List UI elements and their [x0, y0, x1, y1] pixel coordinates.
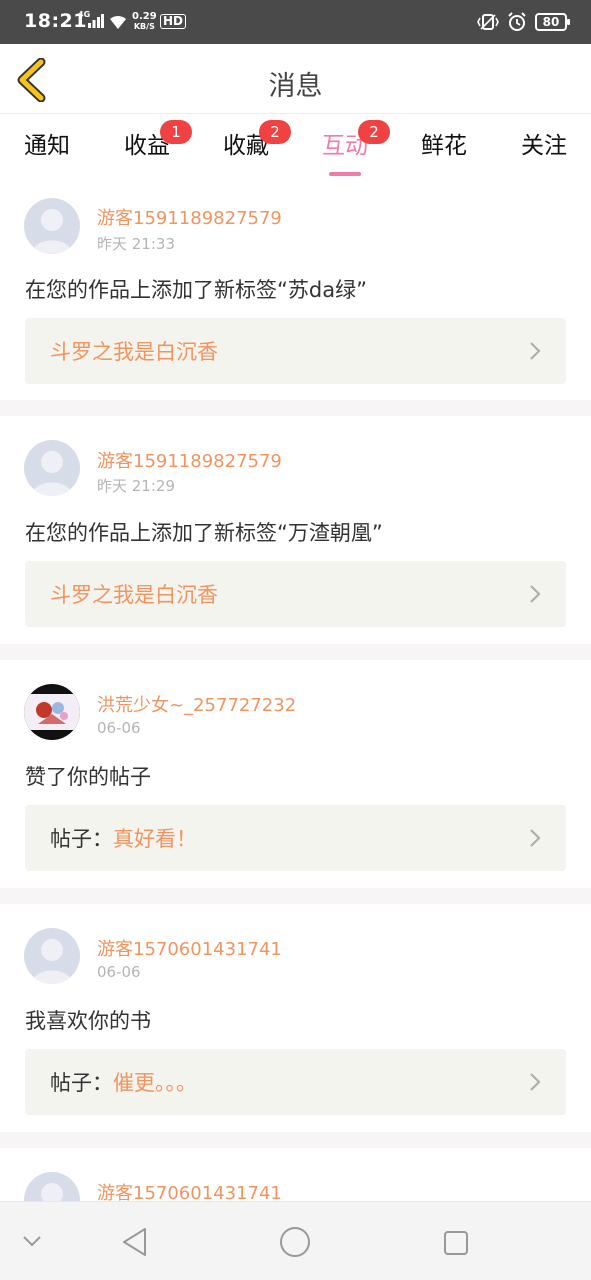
message-card: 游客1570601431741 06-06 我喜欢你的书 帖子：催更。。。 — [0, 904, 591, 1132]
tab-label: 通知 — [24, 133, 70, 159]
reference-box[interactable]: 斗罗之我是白沉香 — [25, 318, 566, 384]
separator — [0, 1132, 591, 1148]
chevron-right-icon — [530, 829, 541, 847]
separator — [0, 644, 591, 660]
net-speed-value: 0.29 — [132, 11, 157, 22]
system-nav-bar — [0, 1201, 591, 1280]
header: 消息 — [0, 44, 591, 114]
tab-favorites[interactable]: 收藏 2 — [211, 120, 291, 160]
reference-value: 斗罗之我是白沉香 — [50, 340, 218, 364]
user-photo-icon — [24, 694, 80, 730]
badge-count: 1 — [160, 120, 192, 144]
alarm-icon — [508, 12, 526, 31]
badge-count: 2 — [358, 120, 390, 144]
reference-value: 催更。。。 — [113, 1071, 197, 1095]
reference-text: 帖子：催更。。。 — [50, 1067, 197, 1097]
username[interactable]: 游客1591189827579 — [97, 204, 282, 230]
vibrate-icon — [477, 14, 499, 30]
recents-square-icon[interactable] — [443, 1230, 469, 1256]
username[interactable]: 游客1591189827579 — [97, 447, 282, 473]
timestamp: 06-06 — [97, 719, 141, 737]
separator — [0, 400, 591, 416]
page-title: 消息 — [268, 71, 323, 102]
chevron-right-icon — [530, 1073, 541, 1091]
reference-label: 帖子： — [50, 1071, 113, 1095]
message-list: 游客1591189827579 昨天 21:33 在您的作品上添加了新标签“苏d… — [0, 176, 591, 1268]
collapse-icon[interactable] — [22, 1234, 42, 1248]
chevron-right-icon — [530, 585, 541, 603]
message-text: 在您的作品上添加了新标签“苏da绿” — [25, 278, 367, 302]
net-speed-unit: KB/S — [133, 22, 155, 31]
username[interactable]: 游客1570601431741 — [97, 935, 282, 961]
tab-flowers[interactable]: 鲜花 — [409, 126, 479, 160]
status-right: 80 — [477, 12, 570, 32]
separator — [0, 888, 591, 904]
status-bar: 18:21 4G 0.29 KB/S HD 80 — [0, 0, 591, 44]
reference-label: 帖子： — [50, 827, 113, 851]
default-avatar-icon — [32, 451, 72, 496]
net-speed: 0.29 KB/S — [132, 12, 157, 32]
tab-notice[interactable]: 通知 — [12, 126, 82, 160]
message-text: 我喜欢你的书 — [25, 1009, 151, 1033]
reference-box[interactable]: 帖子：真好看！ — [25, 805, 566, 871]
wifi-icon — [110, 15, 126, 29]
reference-text: 帖子：真好看！ — [50, 823, 197, 853]
message-card: 洪荒少女~_257727232 06-06 赞了你的帖子 帖子：真好看！ — [0, 660, 591, 888]
message-text: 赞了你的帖子 — [25, 765, 151, 789]
message-card: 游客1591189827579 昨天 21:33 在您的作品上添加了新标签“苏d… — [0, 176, 591, 400]
battery-icon: 80 — [535, 13, 570, 31]
tab-income[interactable]: 收益 1 — [112, 120, 192, 160]
back-triangle-icon[interactable] — [120, 1226, 150, 1258]
hd-badge: HD — [160, 14, 187, 29]
avatar[interactable] — [24, 928, 80, 984]
username[interactable]: 洪荒少女~_257727232 — [97, 691, 296, 717]
home-circle-icon[interactable] — [279, 1226, 311, 1258]
tab-follow[interactable]: 关注 — [509, 126, 579, 160]
badge-count: 2 — [259, 120, 291, 144]
avatar[interactable] — [24, 684, 80, 740]
message-card: 游客1591189827579 昨天 21:29 在您的作品上添加了新标签“万渣… — [0, 416, 591, 644]
tab-label: 鲜花 — [421, 133, 467, 159]
tab-label: 关注 — [521, 133, 567, 159]
battery-level: 80 — [542, 15, 560, 29]
signal-icon — [88, 14, 104, 28]
reference-box[interactable]: 斗罗之我是白沉香 — [25, 561, 566, 627]
reference-value: 真好看！ — [113, 827, 197, 851]
tab-interaction[interactable]: 互动 2 — [310, 120, 390, 176]
reference-box[interactable]: 帖子：催更。。。 — [25, 1049, 566, 1115]
chevron-right-icon — [530, 342, 541, 360]
avatar[interactable] — [24, 198, 80, 254]
reference-text: 斗罗之我是白沉香 — [50, 579, 218, 609]
reference-text: 斗罗之我是白沉香 — [50, 336, 218, 366]
avatar[interactable] — [24, 440, 80, 496]
default-avatar-icon — [32, 939, 72, 984]
tab-bar: 通知 收益 1 收藏 2 互动 2 鲜花 关注 — [0, 114, 591, 176]
timestamp: 昨天 21:33 — [97, 235, 175, 253]
message-text: 在您的作品上添加了新标签“万渣朝凰” — [25, 521, 383, 545]
timestamp: 06-06 — [97, 963, 141, 981]
default-avatar-icon — [32, 209, 72, 254]
timestamp: 昨天 21:29 — [97, 477, 175, 495]
reference-value: 斗罗之我是白沉香 — [50, 583, 218, 607]
